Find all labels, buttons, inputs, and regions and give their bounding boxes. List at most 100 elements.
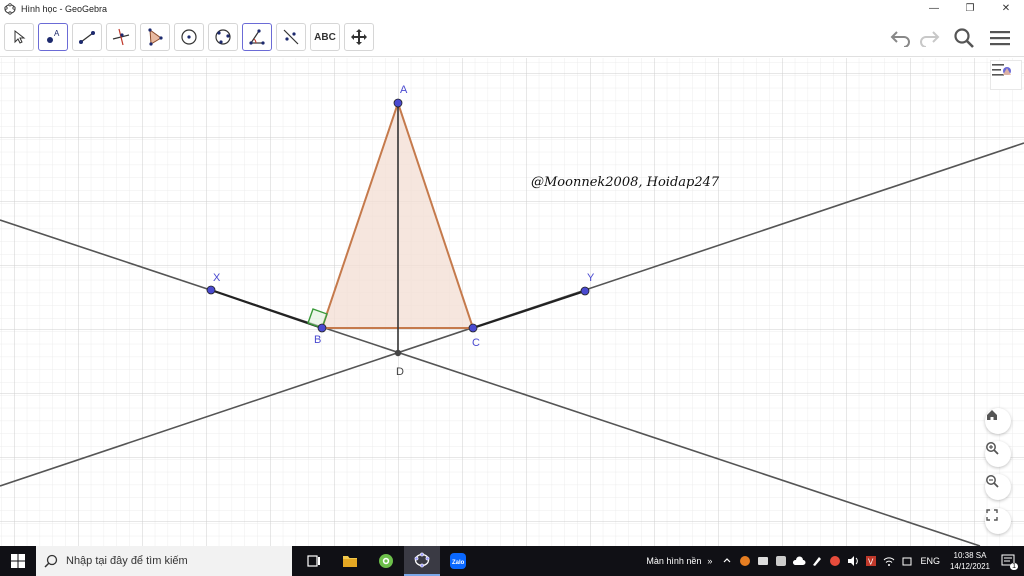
- zoom-out-icon: [986, 475, 999, 488]
- reflect-icon: [283, 29, 299, 45]
- taskbar-zalo[interactable]: Zalo: [440, 546, 476, 576]
- svg-text:A: A: [54, 29, 60, 38]
- windows-logo-icon: [11, 554, 25, 568]
- chevron-right-icon[interactable]: »: [707, 556, 712, 566]
- clock-date: 14/12/2021: [949, 562, 990, 571]
- geometry-canvas[interactable]: [0, 58, 1024, 546]
- toolbar: A ABC: [0, 17, 1024, 57]
- watermark-text: @Moonnek2008, Hoidap247: [531, 175, 720, 190]
- point-tool[interactable]: A: [38, 23, 68, 51]
- geogebra-icon: [414, 552, 430, 568]
- clock-time: 10:38 SA: [953, 551, 987, 560]
- text-tool-label: ABC: [314, 31, 336, 43]
- task-view-icon: [307, 555, 320, 567]
- polygon-tool[interactable]: [140, 23, 170, 51]
- onedrive-cloud-icon[interactable]: [792, 554, 806, 568]
- style-bar-toggle[interactable]: [990, 60, 1022, 90]
- move-graphics-view-tool[interactable]: [344, 23, 374, 51]
- geogebra-app-icon: [3, 2, 17, 16]
- perpendicular-icon: [112, 28, 130, 46]
- move-tool[interactable]: [4, 23, 34, 51]
- search-icon: [954, 28, 974, 48]
- ime-icon[interactable]: V: [864, 554, 878, 568]
- window-title: Hình học - GeoGebra: [21, 3, 108, 14]
- taskbar-geogebra[interactable]: [404, 546, 440, 576]
- wifi-icon[interactable]: [882, 554, 896, 568]
- desktop-toolbar-label[interactable]: Màn hình nền: [646, 556, 701, 566]
- label-a: A: [400, 84, 408, 96]
- coccoc-browser-icon: [379, 554, 393, 568]
- search-icon: [44, 554, 58, 568]
- taskbar-coccoc-browser[interactable]: [368, 546, 404, 576]
- undo-icon: [890, 31, 910, 47]
- point-y[interactable]: [580, 286, 590, 296]
- segment-icon: [79, 31, 95, 44]
- angle-icon: [249, 29, 265, 45]
- tray-app-icon[interactable]: [738, 554, 752, 568]
- task-view-button[interactable]: [296, 546, 332, 576]
- label-y: Y: [587, 272, 595, 284]
- undo-button[interactable]: [888, 25, 914, 51]
- tray-app-icon[interactable]: [900, 554, 914, 568]
- language-indicator[interactable]: ENG: [920, 556, 940, 566]
- maximize-button[interactable]: ❐: [952, 0, 988, 17]
- tray-app-icon[interactable]: [756, 554, 770, 568]
- svg-text:Zalo: Zalo: [452, 560, 465, 566]
- tray-app-icon[interactable]: [774, 554, 788, 568]
- label-b: B: [314, 334, 322, 346]
- redo-button[interactable]: [916, 25, 942, 51]
- zalo-icon: Zalo: [450, 553, 466, 569]
- pen-icon[interactable]: [810, 554, 824, 568]
- circle-center-point-tool[interactable]: [174, 23, 204, 51]
- main-menu-button[interactable]: [987, 25, 1013, 51]
- zoom-in-button[interactable]: [985, 441, 1011, 467]
- polygon-icon: [148, 28, 163, 46]
- close-button[interactable]: ✕: [988, 0, 1024, 17]
- svg-text:V: V: [868, 558, 874, 567]
- point-x[interactable]: [206, 285, 216, 295]
- tray-arrow-icon[interactable]: [720, 554, 734, 568]
- perpendicular-line-tool[interactable]: [106, 23, 136, 51]
- menu-icon: [990, 31, 1010, 46]
- point-c[interactable]: [468, 323, 478, 333]
- reflect-tool[interactable]: [276, 23, 306, 51]
- segment-tool[interactable]: [72, 23, 102, 51]
- fullscreen-icon: [986, 509, 998, 521]
- title-bar: Hình học - GeoGebra — ❐ ✕: [0, 0, 1024, 17]
- search-button[interactable]: [951, 25, 977, 51]
- circle-three-points-icon: [215, 29, 231, 45]
- point-d[interactable]: [394, 349, 402, 357]
- zoom-out-button[interactable]: [985, 474, 1011, 500]
- point-b[interactable]: [317, 323, 327, 333]
- style-bar-icon: [992, 64, 1011, 76]
- notification-center-button[interactable]: 1: [998, 554, 1018, 570]
- move-arrows-icon: [351, 29, 367, 45]
- standard-view-button[interactable]: [985, 408, 1011, 434]
- fullscreen-button[interactable]: [985, 508, 1011, 534]
- folder-icon: [343, 556, 357, 567]
- taskbar: Nhập tại đây để tìm kiếm Zalo Màn hình n…: [0, 546, 1024, 576]
- label-c: C: [472, 337, 480, 349]
- label-d: D: [396, 366, 404, 378]
- taskbar-search-box[interactable]: Nhập tại đây để tìm kiếm: [36, 546, 292, 576]
- home-icon: [987, 410, 997, 420]
- cursor-arrow-icon: [14, 29, 26, 44]
- minimize-button[interactable]: —: [916, 0, 952, 17]
- speaker-icon[interactable]: [846, 554, 860, 568]
- search-placeholder: Nhập tại đây để tìm kiếm: [66, 555, 188, 567]
- start-button[interactable]: [0, 546, 36, 576]
- grid: [0, 58, 1024, 546]
- point-a-icon: A: [47, 29, 60, 43]
- text-tool[interactable]: ABC: [310, 23, 340, 51]
- point-a[interactable]: [393, 98, 403, 108]
- label-x: X: [213, 272, 221, 284]
- graphics-view[interactable]: A B C D X Y @Moonnek2008, Hoidap247: [0, 58, 1024, 546]
- notification-count: 1: [1010, 563, 1018, 570]
- circle-three-points-tool[interactable]: [208, 23, 238, 51]
- tray-app-icon[interactable]: [828, 554, 842, 568]
- redo-icon: [920, 31, 940, 47]
- taskbar-file-explorer[interactable]: [332, 546, 368, 576]
- clock[interactable]: 10:38 SA 14/12/2021: [950, 550, 990, 572]
- angle-tool[interactable]: [242, 23, 272, 51]
- circle-center-icon: [181, 29, 197, 45]
